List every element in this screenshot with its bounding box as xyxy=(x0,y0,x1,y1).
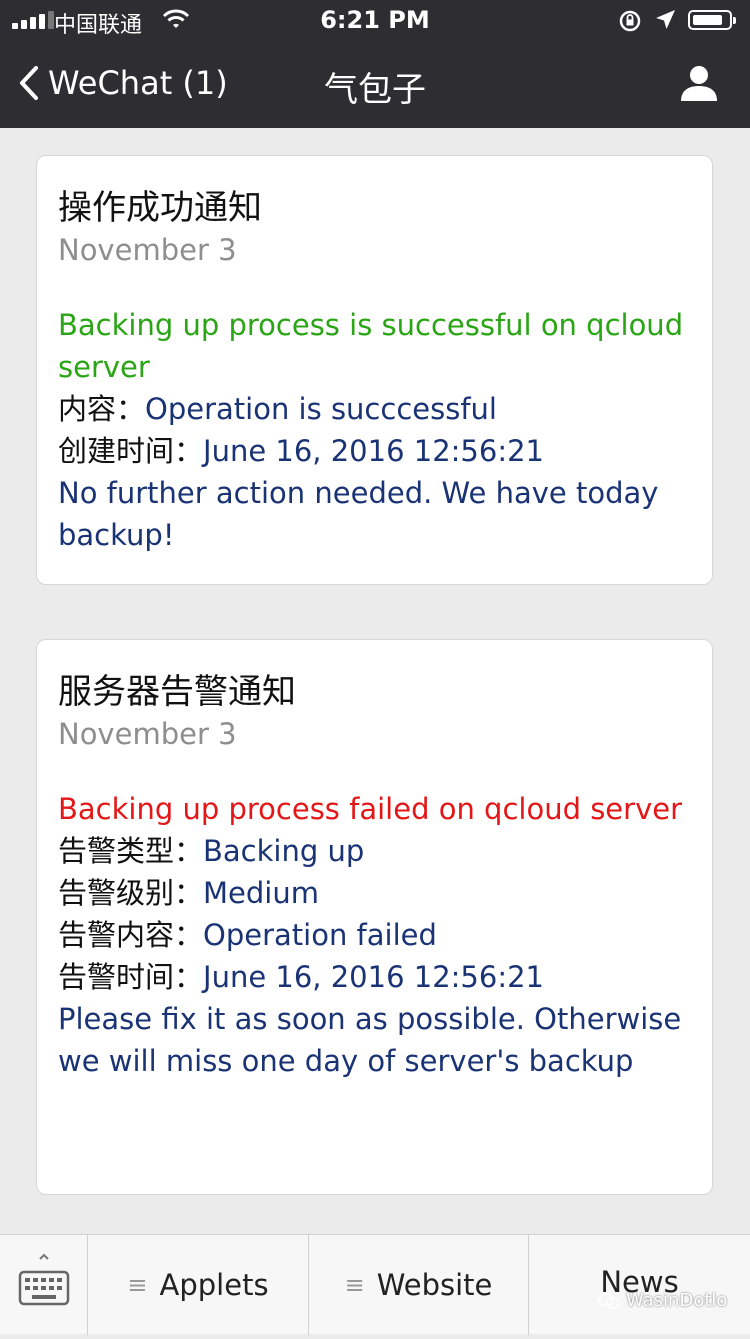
menu-label: Website xyxy=(376,1268,493,1302)
field-value: Operation is succcessful xyxy=(145,392,497,426)
notification-card-alert[interactable]: 服务器告警通知 November 3 Backing up process fa… xyxy=(36,639,713,1195)
battery-icon xyxy=(688,10,736,30)
card-date: November 3 xyxy=(58,717,237,751)
profile-icon xyxy=(681,66,717,101)
profile-button[interactable] xyxy=(680,64,718,106)
field-value: Operation failed xyxy=(203,918,437,952)
notification-card-success[interactable]: 操作成功通知 November 3 Backing up process is … xyxy=(36,155,713,585)
field-value: Medium xyxy=(203,876,319,910)
menu-website[interactable]: ≡ Website xyxy=(309,1235,529,1335)
card-field-alert-type: 告警类型：Backing up xyxy=(58,830,692,872)
watermark: WasinDotlo xyxy=(598,1290,727,1311)
field-value: June 16, 2016 12:56:21 xyxy=(203,960,544,994)
menu-news[interactable]: News xyxy=(529,1235,750,1335)
field-label: 创建时间： xyxy=(58,434,204,468)
menu-icon: ≡ xyxy=(127,1271,148,1299)
card-title: 操作成功通知 xyxy=(58,188,262,228)
card-title: 服务器告警通知 xyxy=(58,672,296,712)
card-headline: Backing up process is successful on qclo… xyxy=(58,308,684,384)
rotation-lock-icon xyxy=(618,9,642,37)
card-date: November 3 xyxy=(58,233,237,267)
card-headline: Backing up process failed on qcloud serv… xyxy=(58,792,682,826)
menu-label: Applets xyxy=(159,1268,269,1302)
bottom-menu-bar: ≡ Applets ≡ Website News xyxy=(0,1234,750,1335)
status-bar: 中国联通 6:21 PM xyxy=(0,0,750,40)
field-value: Backing up xyxy=(203,834,365,868)
card-field-alert-content: 告警内容：Operation failed xyxy=(58,914,692,956)
menu-icon: ≡ xyxy=(344,1271,365,1299)
field-label: 告警级别： xyxy=(58,876,204,910)
keyboard-icon xyxy=(18,1253,70,1306)
field-label: 告警内容： xyxy=(58,918,204,952)
watermark-logo-icon xyxy=(598,1292,620,1309)
card-field-alert-level: 告警级别：Medium xyxy=(58,872,692,914)
location-icon xyxy=(654,9,676,35)
nav-bar: WeChat (1) 气包子 xyxy=(0,40,750,128)
card-field-alert-time: 告警时间：June 16, 2016 12:56:21 xyxy=(58,956,692,998)
field-label: 告警时间： xyxy=(58,960,204,994)
field-label: 内容： xyxy=(58,392,146,426)
card-footer: No further action needed. We have today … xyxy=(58,476,659,552)
card-field-content: 内容：Operation is succcessful xyxy=(58,388,692,430)
card-field-created-time: 创建时间：June 16, 2016 12:56:21 xyxy=(58,430,692,472)
chat-title: 气包子 xyxy=(324,70,426,110)
keyboard-toggle-button[interactable] xyxy=(0,1235,88,1335)
field-label: 告警类型： xyxy=(58,834,204,868)
top-bar: 中国联通 6:21 PM WeChat (1) 气包子 xyxy=(0,0,750,128)
field-value: June 16, 2016 12:56:21 xyxy=(203,434,544,468)
card-footer: Please fix it as soon as possible. Other… xyxy=(58,1002,682,1078)
menu-applets[interactable]: ≡ Applets xyxy=(88,1235,309,1335)
watermark-text: WasinDotlo xyxy=(626,1290,728,1311)
